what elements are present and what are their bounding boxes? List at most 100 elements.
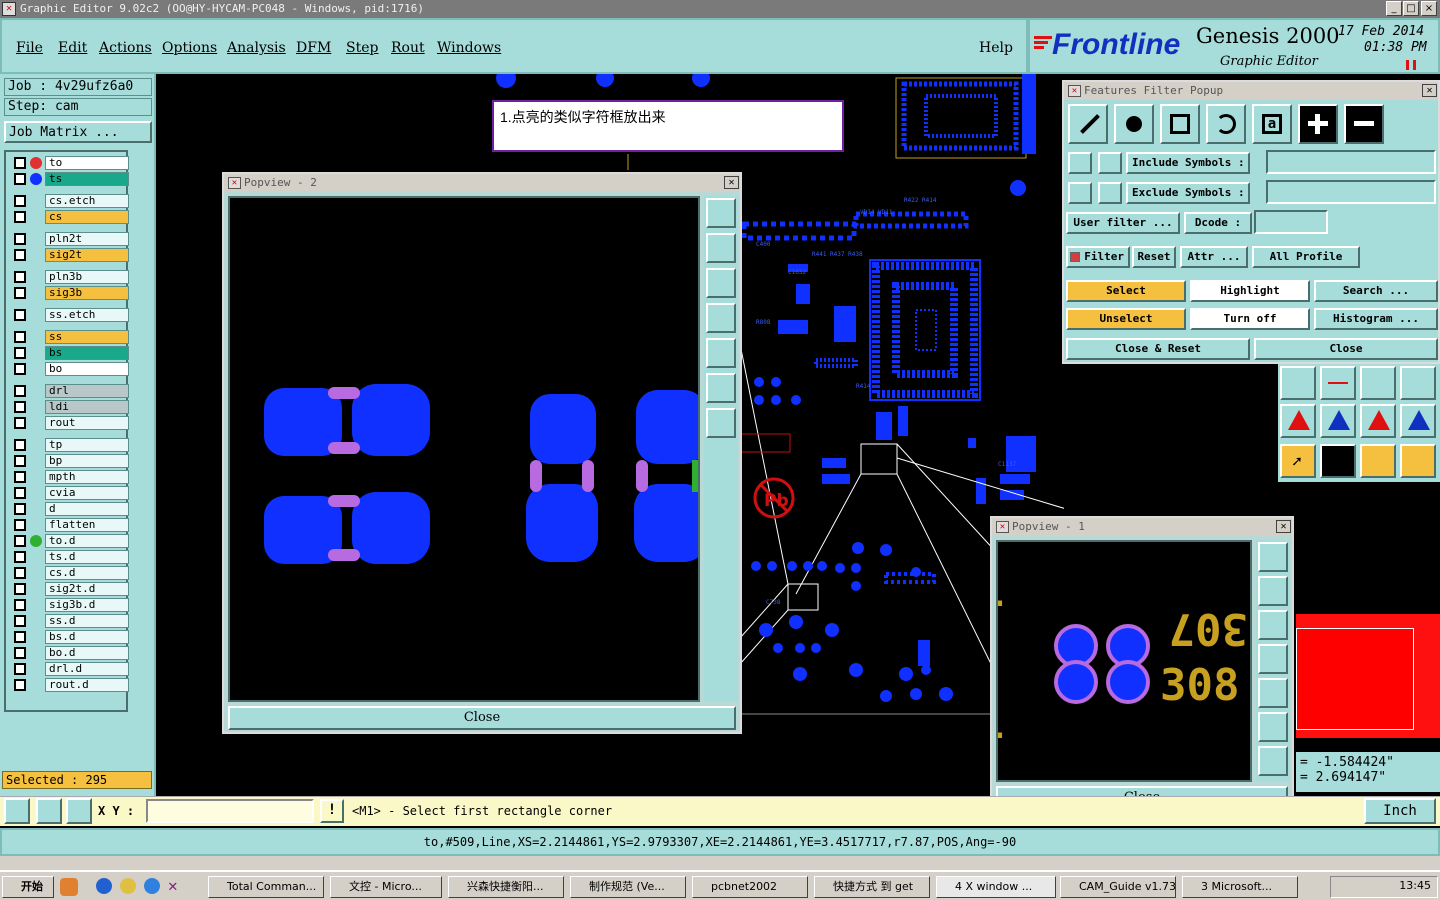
job-matrix-button[interactable]: Job Matrix ... <box>4 121 152 143</box>
menu-options[interactable]: Options <box>162 40 217 56</box>
select-button[interactable]: Select <box>1066 280 1186 302</box>
pad-type-icon[interactable] <box>1114 104 1154 144</box>
highlight-button[interactable]: Highlight <box>1190 280 1310 302</box>
layer-name[interactable]: bs.d <box>45 630 129 644</box>
exclude-pick-icon[interactable] <box>1098 182 1122 204</box>
layer-row[interactable]: ss.d <box>14 614 130 628</box>
close-reset-button[interactable]: Close & Reset <box>1066 338 1250 360</box>
layer-checkbox[interactable] <box>14 385 26 397</box>
user-filter-button[interactable]: User filter ... <box>1066 212 1180 234</box>
layer-row[interactable]: pln2t <box>14 232 130 246</box>
layer-name[interactable]: ss.etch <box>45 308 129 322</box>
task-xwindow[interactable]: 4 X window ... <box>936 876 1056 898</box>
zoom-home-icon[interactable] <box>1258 542 1288 572</box>
unselect-button[interactable]: Unselect <box>1066 308 1186 330</box>
filter-close-icon[interactable]: ✕ <box>1422 84 1437 97</box>
filter-toggle[interactable]: Filter <box>1066 246 1130 268</box>
layer-checkbox[interactable] <box>14 195 26 207</box>
menu-rout[interactable]: Rout <box>391 40 425 56</box>
ie-icon[interactable] <box>96 878 112 894</box>
layer-checkbox[interactable] <box>14 401 26 413</box>
layer-name[interactable]: bs <box>45 346 129 360</box>
layer-name[interactable]: drl <box>45 384 129 398</box>
triangle-b-icon[interactable] <box>1320 404 1356 438</box>
layer-name[interactable]: pln2t <box>45 232 129 246</box>
popview-2-canvas[interactable] <box>228 196 700 702</box>
layer-checkbox[interactable] <box>14 647 26 659</box>
menu-file[interactable]: File <box>16 40 43 56</box>
layer-name[interactable]: pln3b <box>45 270 129 284</box>
pan-right-icon[interactable] <box>1258 678 1288 708</box>
exclude-symbols-input[interactable] <box>1266 180 1436 204</box>
layer-row[interactable]: drl.d <box>14 662 130 676</box>
clock-app-icon[interactable] <box>120 878 136 894</box>
layer-name[interactable]: bp <box>45 454 129 468</box>
layer-name[interactable]: to <box>45 156 129 170</box>
pan-down-icon[interactable] <box>1258 610 1288 640</box>
layer-row[interactable]: bp <box>14 454 130 468</box>
layer-checkbox[interactable] <box>14 417 26 429</box>
layer-row[interactable]: sig2t <box>14 248 130 262</box>
menu-dfm[interactable]: DFM <box>296 40 331 56</box>
layer-row[interactable]: drl <box>14 384 130 398</box>
layer-name[interactable]: drl.d <box>45 662 129 676</box>
layer-checkbox[interactable] <box>14 551 26 563</box>
layer-checkbox[interactable] <box>14 233 26 245</box>
layer-row[interactable]: bo <box>14 362 130 376</box>
minimize-button[interactable]: _ <box>1386 1 1402 16</box>
layer-row[interactable]: ss <box>14 330 130 344</box>
layer-row[interactable]: sig3b.d <box>14 598 130 612</box>
layer-row[interactable]: pln3b <box>14 270 130 284</box>
pan-up-icon[interactable] <box>1258 576 1288 606</box>
layer-name[interactable]: tp <box>45 438 129 452</box>
pan-down-icon[interactable] <box>706 268 736 298</box>
quicklaunch-icon[interactable] <box>60 878 78 896</box>
task-word[interactable]: 文控 - Micro... <box>330 876 442 898</box>
include-symbols-button[interactable]: Include Symbols : <box>1126 152 1250 174</box>
layer-row[interactable]: to.d <box>14 534 130 548</box>
layer-row[interactable]: ss.etch <box>14 308 130 322</box>
layer-checkbox[interactable] <box>14 503 26 515</box>
arc-type-icon[interactable] <box>1206 104 1246 144</box>
zoom-out-icon[interactable] <box>1258 712 1288 742</box>
x-app-icon[interactable]: ✕ <box>168 876 178 895</box>
layer-checkbox[interactable] <box>14 535 26 547</box>
include-symbols-input[interactable] <box>1266 150 1436 174</box>
exclude-symbols-button[interactable]: Exclude Symbols : <box>1126 182 1250 204</box>
layer-row[interactable]: sig3b <box>14 286 130 300</box>
popview-2-close-button[interactable]: Close <box>228 706 736 730</box>
include-arrow-icon[interactable] <box>1068 152 1092 174</box>
layer-checkbox[interactable] <box>14 615 26 627</box>
zoom-in-icon[interactable] <box>706 408 736 438</box>
triangle-d-icon[interactable] <box>1400 404 1436 438</box>
layer-checkbox[interactable] <box>14 331 26 343</box>
layer-checkbox[interactable] <box>14 271 26 283</box>
layer-row[interactable]: cvia <box>14 486 130 500</box>
layer-name[interactable]: cvia <box>45 486 129 500</box>
layer-checkbox[interactable] <box>14 663 26 675</box>
layer-name[interactable]: bo.d <box>45 646 129 660</box>
layer-row[interactable]: cs.etch <box>14 194 130 208</box>
layer-name[interactable]: bo <box>45 362 129 376</box>
dcode-button[interactable]: Dcode : <box>1184 212 1252 234</box>
profile-dropdown[interactable]: All Profile <box>1252 246 1360 268</box>
menu-edit[interactable]: Edit <box>58 40 87 56</box>
pause-icon[interactable] <box>1406 60 1416 70</box>
surface-type-icon[interactable] <box>1160 104 1200 144</box>
popview-1-canvas[interactable]: TP306 307 308 TP305 <box>996 540 1252 782</box>
task-microsoft[interactable]: 3 Microsoft... <box>1182 876 1298 898</box>
exclude-arrow-icon[interactable] <box>1068 182 1092 204</box>
layer-checkbox[interactable] <box>14 519 26 531</box>
layer-checkbox[interactable] <box>14 211 26 223</box>
layer-row[interactable]: cs <box>14 210 130 224</box>
layer-name[interactable]: ss.d <box>45 614 129 628</box>
snap-icon[interactable] <box>1280 366 1316 400</box>
turn-off-button[interactable]: Turn off <box>1190 308 1310 330</box>
task-pcbnet[interactable]: pcbnet2002 <box>692 876 808 898</box>
pan-right-icon[interactable] <box>706 338 736 368</box>
layer-row[interactable]: tp <box>14 438 130 452</box>
layer-name[interactable]: cs.etch <box>45 194 129 208</box>
pointer-select-icon[interactable] <box>1320 444 1356 478</box>
menu-analysis[interactable]: Analysis <box>227 40 286 56</box>
pointer-move-icon[interactable] <box>1360 444 1396 478</box>
